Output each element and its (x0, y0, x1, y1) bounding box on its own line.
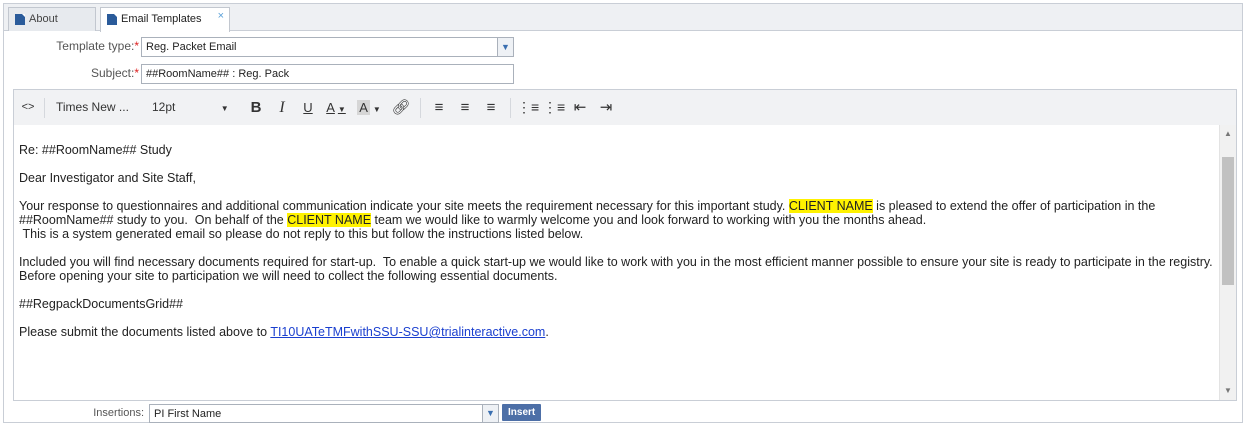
font-family-value: Times New ... (56, 100, 129, 114)
email-template-editor-window: About Email Templates × Template type:* … (3, 3, 1243, 423)
template-type-label-text: Template type: (56, 39, 135, 53)
font-family-select[interactable]: Times New ... ▼ (56, 90, 144, 148)
chevron-down-icon: ▼ (220, 104, 229, 113)
insertions-value: PI First Name (154, 408, 222, 420)
background-color-icon[interactable]: A ▼ (356, 90, 382, 125)
paragraph-text: Please submit the documents listed above… (19, 325, 271, 339)
tab-bar: About Email Templates × (4, 4, 1242, 32)
indent-icon[interactable]: ⇥ (595, 90, 617, 125)
chevron-down-icon[interactable]: ▼ (497, 38, 513, 56)
font-size-value: 12pt (152, 100, 176, 114)
text-color-icon[interactable]: A ▼ (324, 90, 348, 125)
chevron-down-icon[interactable]: ▼ (482, 405, 498, 422)
email-line: Dear Investigator and Site Staff, (19, 171, 196, 185)
outdent-icon[interactable]: ⇤ (569, 90, 591, 125)
scroll-up-icon[interactable]: ▲ (1220, 127, 1236, 141)
email-link[interactable]: TI10UATeTMFwithSSU-SSU@trialinteractive.… (270, 325, 545, 339)
subject-input[interactable]: ##RoomName## : Reg. Pack (141, 64, 514, 84)
chevron-down-icon: ▼ (337, 105, 346, 114)
tab-email-templates-label: Email Templates (121, 13, 202, 25)
tab-about[interactable]: About (8, 7, 96, 31)
underline-icon[interactable]: U (298, 90, 318, 125)
email-line: ##RegpackDocumentsGrid## (19, 297, 183, 311)
toolbar-divider (510, 98, 511, 118)
template-type-label: Template type:* (14, 39, 139, 53)
highlighted-placeholder: CLIENT NAME (287, 213, 372, 227)
paragraph-text: . (545, 325, 549, 339)
subject-value: ##RoomName## : Reg. Pack (146, 68, 290, 80)
align-center-icon[interactable]: ≡ (454, 90, 476, 125)
rich-text-editor[interactable]: Re: ##RoomName## Study Dear Investigator… (13, 125, 1237, 401)
email-line: Re: ##RoomName## Study (19, 143, 172, 157)
insert-button[interactable]: Insert (502, 404, 542, 421)
background-color-glyph: A (357, 100, 370, 115)
required-marker: * (134, 39, 139, 53)
document-icon (107, 14, 117, 25)
source-code-icon[interactable]: <> (18, 90, 38, 125)
align-left-icon[interactable]: ≡ (428, 90, 450, 125)
font-size-select[interactable]: 12pt ▼ (152, 90, 232, 125)
toolbar-divider (420, 98, 421, 118)
align-right-icon[interactable]: ≡ (480, 90, 502, 125)
text-color-glyph: A (326, 100, 335, 115)
email-paragraph: Your response to questionnaires and addi… (19, 199, 1219, 241)
tab-about-label: About (29, 13, 58, 25)
subject-label: Subject:* (14, 66, 139, 80)
editor-toolbar: <> Times New ... ▼ 12pt ▼ B I U A▼ A▼ 🔗︎… (13, 89, 1237, 148)
bullet-list-icon[interactable]: ⋮≡ (517, 90, 539, 125)
paragraph-text: Your response to questionnaires and addi… (19, 199, 789, 213)
bold-icon[interactable]: B (246, 90, 266, 125)
tab-email-templates[interactable]: Email Templates × (100, 7, 230, 32)
template-type-select[interactable]: Reg. Packet Email ▼ (141, 37, 514, 57)
numbered-list-icon[interactable]: ⋮≡ (543, 90, 565, 125)
italic-icon[interactable]: I (272, 90, 292, 125)
link-icon[interactable]: 🔗︎ (390, 90, 412, 125)
email-body[interactable]: Re: ##RoomName## Study Dear Investigator… (19, 143, 1219, 353)
scroll-thumb[interactable] (1222, 157, 1234, 285)
highlighted-placeholder: CLIENT NAME (788, 199, 873, 213)
insertions-label: Insertions: (93, 407, 144, 419)
vertical-scrollbar[interactable]: ▲ ▼ (1219, 125, 1236, 400)
document-icon (15, 14, 25, 25)
email-paragraph: Included you will find necessary documen… (19, 255, 1217, 283)
email-paragraph: Please submit the documents listed above… (19, 325, 1219, 339)
required-marker: * (134, 66, 139, 80)
toolbar-divider (44, 98, 45, 118)
close-icon[interactable]: × (218, 5, 224, 27)
scroll-down-icon[interactable]: ▼ (1220, 384, 1236, 398)
subject-label-text: Subject: (90, 66, 135, 80)
chevron-down-icon: ▼ (372, 105, 381, 114)
template-type-value: Reg. Packet Email (146, 41, 237, 53)
insertions-select[interactable]: PI First Name ▼ (149, 404, 499, 423)
